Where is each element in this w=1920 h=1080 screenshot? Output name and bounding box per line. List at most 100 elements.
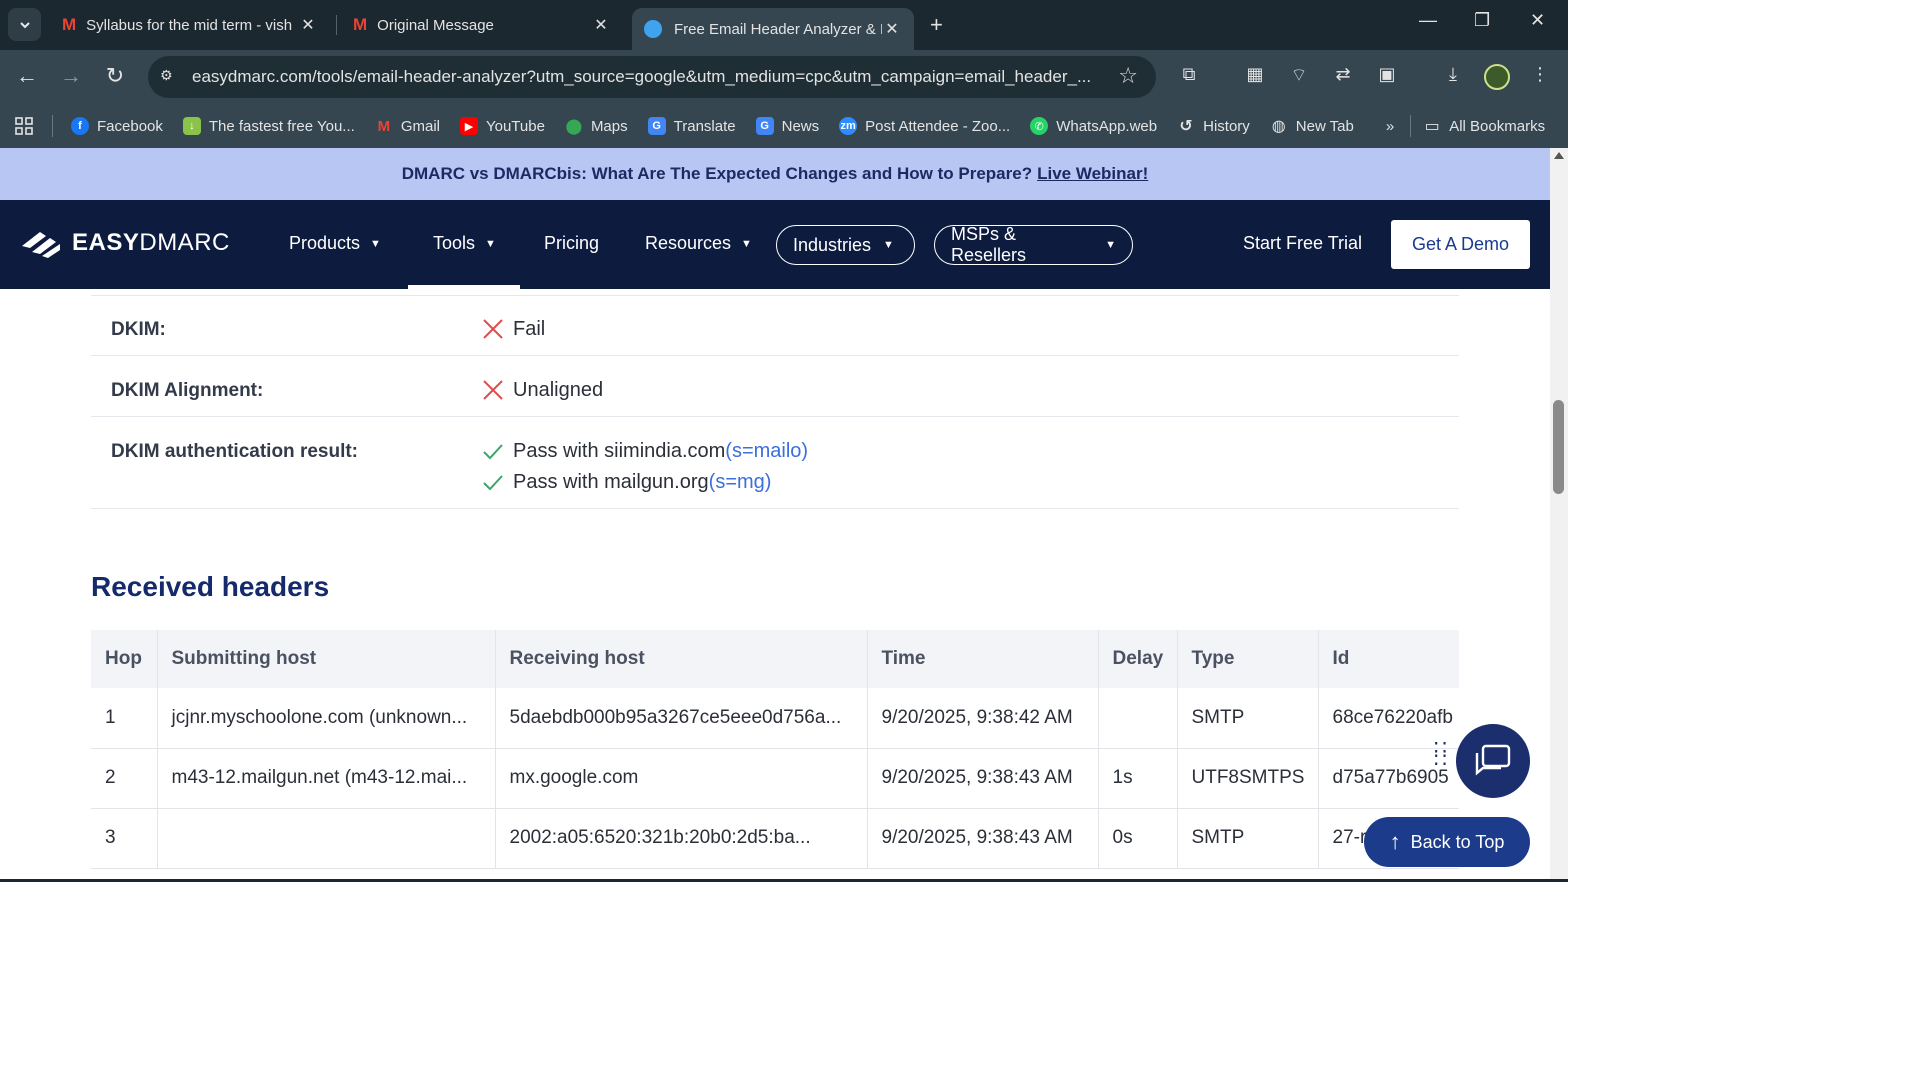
nav-tools[interactable]: Tools ▼ bbox=[433, 233, 496, 254]
url-text[interactable]: easydmarc.com/tools/email-header-analyze… bbox=[192, 67, 1102, 87]
bookmark-maps[interactable]: ⬤ Maps bbox=[565, 117, 628, 136]
dkim-value: Fail bbox=[481, 317, 545, 341]
whatsapp-icon: ✆ bbox=[1030, 117, 1049, 135]
bookmark-youtube[interactable]: ▶ YouTube bbox=[459, 117, 545, 135]
scroll-up-arrow-icon[interactable] bbox=[1554, 152, 1564, 159]
pass-check-icon bbox=[483, 444, 503, 460]
tab-original-message[interactable]: M Original Message ✕ bbox=[341, 8, 623, 42]
gmail-icon: M bbox=[62, 15, 77, 34]
back-arrow-icon[interactable]: ← bbox=[13, 63, 41, 89]
col-type: Type bbox=[1177, 630, 1319, 688]
tab-separator bbox=[336, 15, 337, 35]
back-to-top-button[interactable]: ↑ Back to Top bbox=[1364, 817, 1530, 867]
translate-icon: G bbox=[647, 117, 666, 135]
col-submitting-host: Submitting host bbox=[157, 630, 496, 688]
bookmark-history[interactable]: ↺ History bbox=[1177, 117, 1249, 136]
bookmark-translate[interactable]: G Translate bbox=[647, 117, 736, 135]
cell-hop: 1 bbox=[91, 688, 158, 749]
bookmark-new-tab[interactable]: ◍ New Tab bbox=[1270, 117, 1354, 136]
extensions-icon[interactable]: ⧉ bbox=[1177, 64, 1201, 88]
cell-time: 9/20/2025, 9:38:43 AM bbox=[867, 748, 1099, 809]
side-panel-icon[interactable]: ▣ bbox=[1375, 64, 1399, 88]
tab-title: Syllabus for the mid term - vish bbox=[86, 16, 293, 34]
pass-check-icon bbox=[483, 475, 503, 491]
zoom-icon: zm bbox=[839, 117, 858, 135]
bookmark-facebook[interactable]: f Facebook bbox=[71, 117, 163, 135]
bookmarks-bar: f Facebook ↓ The fastest free You... M Gmai… bbox=[0, 104, 1568, 148]
chevron-down-icon bbox=[19, 21, 30, 28]
caret-down-icon: ▼ bbox=[370, 237, 381, 250]
caret-down-icon: ▼ bbox=[883, 239, 894, 251]
received-headers-title: Received headers bbox=[91, 571, 330, 602]
window-close-icon[interactable]: ✕ bbox=[1530, 10, 1545, 31]
easydmarc-favicon-icon bbox=[644, 20, 662, 38]
cell-delay bbox=[1098, 688, 1178, 749]
bookmark-zoom[interactable]: zm Post Attendee - Zoo... bbox=[839, 117, 1010, 135]
cell-id: 68ce76220afb bbox=[1318, 688, 1459, 749]
qr-code-icon[interactable]: ▦ bbox=[1243, 64, 1267, 88]
reload-icon[interactable]: ↻ bbox=[101, 63, 129, 89]
arrow-up-icon: ↑ bbox=[1389, 829, 1401, 854]
col-delay: Delay bbox=[1098, 630, 1178, 688]
received-headers-table: Hop Submitting host Receiving host Time … bbox=[91, 630, 1459, 869]
bookmark-whatsapp[interactable]: ✆ WhatsApp.web bbox=[1030, 117, 1157, 135]
folder-icon: ▭ bbox=[1424, 118, 1440, 135]
start-free-trial-link[interactable]: Start Free Trial bbox=[1243, 233, 1362, 254]
scroll-thumb[interactable] bbox=[1553, 400, 1564, 494]
download-icon[interactable]: ⤓ bbox=[1441, 64, 1465, 88]
dkim-alignment-row: DKIM Alignment: Unaligned bbox=[91, 356, 1459, 417]
tab-syllabus[interactable]: M Syllabus for the mid term - vish ✕ bbox=[50, 8, 330, 42]
tab-search-button[interactable] bbox=[8, 8, 41, 41]
bookmarks-overflow-button[interactable]: » bbox=[1386, 118, 1394, 135]
minimize-icon[interactable]: — bbox=[1419, 10, 1437, 31]
logo-text-light: DMARC bbox=[139, 229, 230, 256]
col-receiving-host: Receiving host bbox=[495, 630, 868, 688]
logo-text-bold: EASY bbox=[72, 229, 140, 256]
bookmark-star-icon[interactable]: ☆ bbox=[1118, 63, 1138, 89]
close-icon[interactable]: ✕ bbox=[591, 15, 611, 35]
cell-type: SMTP bbox=[1177, 808, 1319, 869]
close-icon[interactable]: ✕ bbox=[298, 15, 318, 35]
chat-button[interactable] bbox=[1456, 724, 1530, 798]
caret-down-icon: ▼ bbox=[741, 237, 752, 250]
gmail-icon: M bbox=[377, 117, 391, 135]
profile-avatar[interactable] bbox=[1484, 64, 1510, 90]
bookmark-gmail[interactable]: M Gmail bbox=[375, 117, 440, 135]
all-bookmarks-button[interactable]: ▭ All Bookmarks bbox=[1423, 117, 1545, 136]
dkim-result-2: Pass with mailgun.org (s=mg) bbox=[481, 470, 771, 494]
page-scrollbar[interactable] bbox=[1550, 148, 1568, 882]
bookmark-fastest-free[interactable]: ↓ The fastest free You... bbox=[182, 117, 355, 135]
site-header: EASY DMARC Products ▼ Tools ▼ Pricing Resou… bbox=[0, 200, 1550, 289]
nav-products[interactable]: Products ▼ bbox=[289, 233, 381, 254]
nav-msps-resellers[interactable]: MSPs & Resellers ▼ bbox=[934, 224, 1133, 265]
tab-email-header-analyzer[interactable]: Free Email Header Analyzer & In ✕ bbox=[632, 8, 914, 50]
drag-handle-icon[interactable]: ⁚⁚ ⁚⁚ bbox=[1433, 741, 1449, 771]
table-row: 3 2002:a05:6520:321b:20b0:2d5:ba... 9/20… bbox=[91, 808, 1459, 869]
cell-type: UTF8SMTPS bbox=[1177, 748, 1319, 809]
get-a-demo-button[interactable]: Get A Demo bbox=[1391, 220, 1530, 269]
restore-icon[interactable]: ❐ bbox=[1474, 10, 1490, 31]
forward-arrow-icon[interactable]: → bbox=[57, 63, 85, 89]
page-content: DKIM: Fail DKIM Alignment: Unaligned DKI… bbox=[0, 289, 1550, 882]
banner-webinar-link[interactable]: Live Webinar! bbox=[1037, 164, 1148, 184]
site-info-icon[interactable]: ⚙ bbox=[160, 67, 180, 87]
nav-resources[interactable]: Resources ▼ bbox=[645, 233, 752, 254]
cast-icon[interactable]: ⌔ bbox=[1287, 64, 1311, 88]
apps-grid-icon[interactable] bbox=[14, 116, 34, 136]
more-menu-icon[interactable]: ⋮ bbox=[1528, 64, 1552, 88]
table-row: 1 jcjnr.myschoolone.com (unknown... 5dae… bbox=[91, 688, 1459, 749]
cell-receiving-host: 2002:a05:6520:321b:20b0:2d5:ba... bbox=[495, 808, 868, 869]
col-hop: Hop bbox=[91, 630, 158, 688]
nav-pricing[interactable]: Pricing bbox=[544, 233, 599, 254]
address-bar[interactable]: ⚙ easydmarc.com/tools/email-header-analy… bbox=[148, 56, 1156, 98]
nav-industries[interactable]: Industries ▼ bbox=[776, 225, 915, 265]
new-tab-button[interactable]: + bbox=[930, 12, 943, 38]
youtube-icon: ▶ bbox=[459, 117, 478, 135]
chat-icon bbox=[1475, 744, 1511, 776]
caret-down-icon: ▼ bbox=[485, 237, 496, 250]
bookmark-news[interactable]: G News bbox=[755, 117, 819, 135]
close-icon[interactable]: ✕ bbox=[882, 19, 902, 39]
table-row: 2 m43-12.mailgun.net (m43-12.mai... mx.g… bbox=[91, 748, 1459, 809]
easydmarc-logo[interactable]: EASY DMARC bbox=[20, 228, 230, 258]
google-translate-icon[interactable]: ⇄ bbox=[1331, 64, 1355, 88]
